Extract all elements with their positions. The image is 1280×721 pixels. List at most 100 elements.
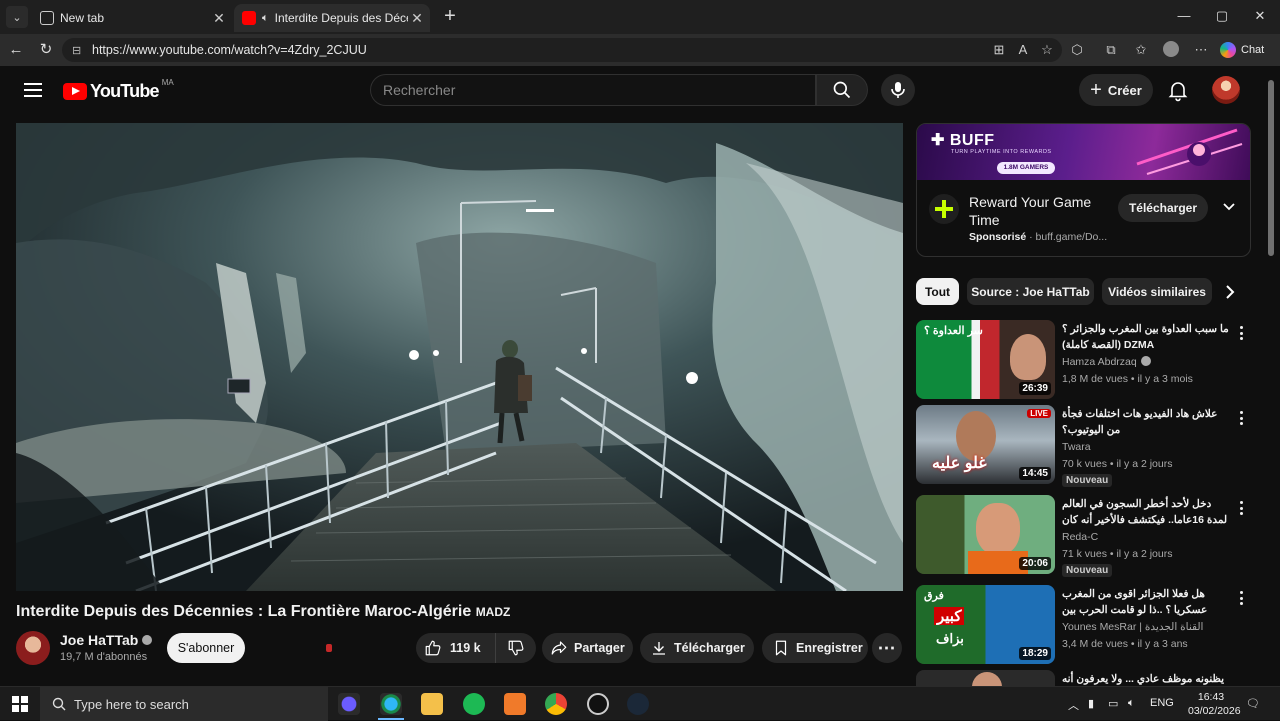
tab-youtube-video[interactable]: 🔈︎ Interdite Depuis des Décennie ✕ [234, 4, 430, 32]
spotify-icon[interactable] [463, 693, 485, 715]
video-channel[interactable]: Twara [1062, 441, 1091, 453]
notifications-icon[interactable]: 🗨︎ [1246, 697, 1260, 710]
minimize-icon[interactable]: — [1174, 8, 1194, 23]
search-button[interactable] [816, 74, 868, 106]
discord-icon[interactable] [338, 693, 360, 715]
chip-similar[interactable]: Vidéos similaires [1102, 278, 1212, 305]
recommendation-item[interactable]: غلو عليه LIVE 14:45 علاش هاد الفيديو هات… [916, 405, 1251, 487]
account-avatar[interactable] [1212, 76, 1240, 104]
extensions-icon[interactable]: ⬡ [1068, 41, 1086, 59]
edge-browser-icon[interactable] [380, 693, 402, 715]
ad-title[interactable]: Reward Your Game Time [969, 193, 1099, 229]
sponsored-ad-card[interactable]: ✚ BUFF TURN PLAYTIME INTO REWARDS 1.8M G… [916, 123, 1251, 257]
recommendation-item[interactable]: 20:06 دخل لأحد أخطر السجون في العالم لمد… [916, 495, 1251, 577]
chip-all[interactable]: Tout [916, 278, 959, 305]
recommendation-item[interactable]: يظنونه موظف عادي ... ولا يعرفون أنه [916, 670, 1251, 686]
battery-icon[interactable]: ▮ [1088, 697, 1094, 710]
site-info-icon[interactable]: ⊟ [72, 44, 86, 57]
video-title[interactable]: هل فعلا الجزائر اقوى من المغرب عسكريا ؟ … [1062, 586, 1232, 620]
create-button[interactable]: + Créer [1079, 74, 1153, 106]
refresh-icon[interactable]: ↻ [36, 41, 56, 59]
chrome-icon[interactable] [545, 693, 567, 715]
video-title[interactable]: يظنونه موظف عادي ... ولا يعرفون أنه [1062, 671, 1232, 686]
tray-overflow-icon[interactable]: ︿ [1068, 697, 1079, 713]
video-thumbnail[interactable] [916, 670, 1055, 686]
more-vertical-icon[interactable] [1240, 326, 1244, 340]
video-channel[interactable]: Reda-C [1062, 531, 1098, 543]
network-icon[interactable]: ▭ [1108, 697, 1118, 710]
video-thumbnail[interactable]: فرق كبير بزاف 18:29 [916, 585, 1055, 664]
tab-actions-button[interactable]: ⌄ [6, 6, 28, 28]
new-badge: Nouveau [1062, 474, 1113, 487]
tab-new-tab[interactable]: New tab ✕ [32, 4, 232, 32]
menu-icon[interactable] [24, 83, 42, 97]
video-channel[interactable]: Younes MesRar | القناة الجديدة [1062, 621, 1203, 633]
dislike-button[interactable] [496, 633, 536, 663]
more-vertical-icon[interactable] [1240, 591, 1244, 605]
video-thumbnail[interactable]: سر العداوة ؟ 26:39 [916, 320, 1055, 399]
voice-search-button[interactable] [881, 74, 915, 106]
close-tab-icon[interactable]: ✕ [408, 10, 426, 27]
recommendation-item[interactable]: سر العداوة ؟ 26:39 ما سبب العداوة بين ال… [916, 320, 1251, 402]
download-button[interactable]: Télécharger [640, 633, 754, 663]
chip-label: Vidéos similaires [1108, 284, 1206, 299]
microphone-icon [891, 82, 905, 98]
video-title[interactable]: علاش هاد الفيديو هات اختلفات فجأة من الي… [1062, 406, 1232, 438]
split-screen-icon[interactable]: ⧉ [1102, 41, 1120, 59]
more-menu-icon[interactable]: ⋯ [1192, 41, 1210, 59]
app-available-icon[interactable]: ⊞ [990, 41, 1008, 59]
video-thumbnail[interactable]: غلو عليه LIVE 14:45 [916, 405, 1055, 484]
app-icon-2[interactable] [587, 693, 609, 715]
window-close-icon[interactable]: ✕ [1250, 8, 1270, 24]
app-icon[interactable] [504, 693, 526, 715]
profile-icon[interactable] [1162, 41, 1180, 59]
more-vertical-icon[interactable] [1240, 501, 1244, 515]
url-field[interactable]: ⊟ https://www.youtube.com/watch?v=4Zdry_… [62, 38, 1062, 62]
youtube-logo[interactable]: YouTube MA [63, 78, 174, 102]
chevron-down-icon[interactable] [1222, 200, 1236, 214]
channel-name-link[interactable]: Joe HaTTab [60, 632, 153, 648]
live-badge: LIVE [1027, 409, 1051, 418]
steam-icon[interactable] [627, 693, 649, 715]
ad-download-button[interactable]: Télécharger [1118, 194, 1208, 222]
chip-source[interactable]: Source : Joe HaTTab [967, 278, 1094, 305]
taskbar-search[interactable]: Type here to search [40, 687, 328, 721]
video-title[interactable]: دخل لأحد أخطر السجون في العالم لمدة 16عا… [1062, 496, 1232, 530]
volume-icon[interactable]: 🔈︎ [1128, 697, 1135, 710]
speaker-icon[interactable]: 🔈︎ [262, 12, 269, 25]
subscribe-button[interactable]: S'abonner [167, 633, 245, 663]
language-indicator[interactable]: ENG [1150, 697, 1174, 709]
notifications-bell-icon[interactable] [1166, 78, 1190, 102]
channel-avatar[interactable] [16, 631, 50, 665]
more-actions-button[interactable]: ⋯ [872, 633, 902, 663]
video-player[interactable] [16, 123, 903, 591]
save-button[interactable]: Enregistrer [762, 633, 868, 663]
page-scrollbar[interactable] [1266, 66, 1276, 686]
maximize-icon[interactable]: ▢ [1212, 8, 1232, 24]
ad-banner-image[interactable]: ✚ BUFF TURN PLAYTIME INTO REWARDS 1.8M G… [917, 124, 1250, 180]
like-button[interactable]: 119 k [416, 633, 496, 663]
translate-icon[interactable]: A [1014, 41, 1032, 59]
share-button[interactable]: Partager [542, 633, 633, 663]
favorite-star-icon[interactable]: ☆ [1038, 41, 1056, 59]
search-input[interactable]: Rechercher [370, 74, 816, 106]
chat-button[interactable]: Chat [1220, 39, 1274, 61]
windows-start-icon[interactable] [12, 696, 28, 712]
chevron-right-icon[interactable] [1222, 282, 1238, 302]
file-explorer-icon[interactable] [421, 693, 443, 715]
back-arrow-icon[interactable]: ← [6, 41, 26, 59]
video-frame-image [16, 123, 903, 591]
channel-name: Hamza Abdrzaq [1062, 356, 1137, 368]
save-label: Enregistrer [796, 641, 863, 655]
more-vertical-icon[interactable] [1240, 411, 1244, 425]
favorites-icon[interactable]: ✩ [1132, 41, 1150, 59]
video-channel[interactable]: Hamza Abdrzaq [1062, 356, 1151, 368]
close-tab-icon[interactable]: ✕ [210, 10, 228, 27]
clock[interactable]: 16:43 03/02/2026 [1188, 690, 1241, 718]
ad-brand-text: BUFF [949, 132, 995, 149]
video-thumbnail[interactable]: 20:06 [916, 495, 1055, 574]
video-title[interactable]: ما سبب العداوة بين المغرب والجزائر ؟ DZM… [1062, 321, 1232, 353]
scrollbar-thumb[interactable] [1268, 80, 1274, 256]
new-tab-button[interactable]: + [440, 6, 460, 28]
recommendation-item[interactable]: فرق كبير بزاف 18:29 هل فعلا الجزائر اقوى… [916, 585, 1251, 667]
